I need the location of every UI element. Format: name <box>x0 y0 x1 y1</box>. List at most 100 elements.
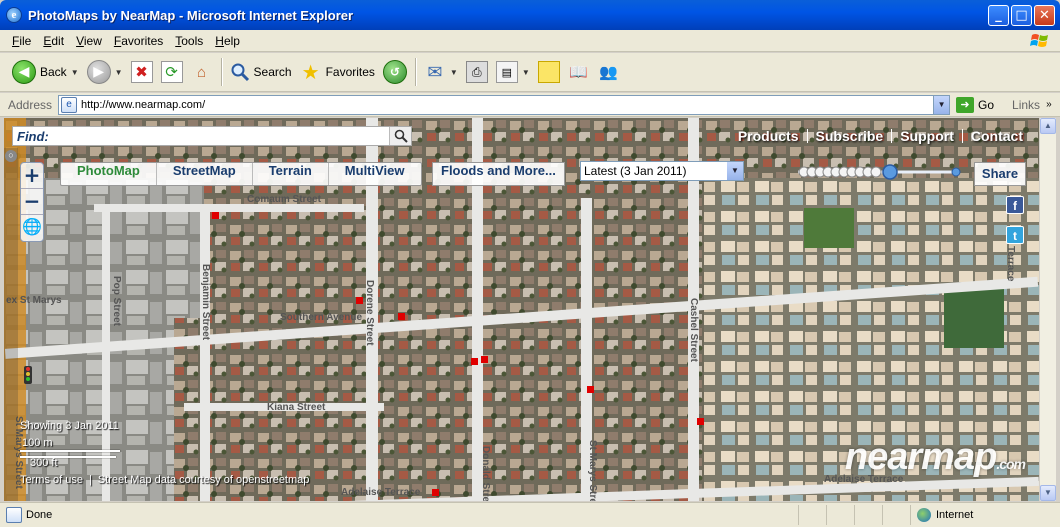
messenger-button[interactable]: 👥 <box>594 57 624 87</box>
home-icon: ⌂ <box>197 63 207 81</box>
links-chevron-icon[interactable]: » <box>1046 99 1052 110</box>
edit-button[interactable]: ▤ ▼ <box>492 57 534 87</box>
tab-photomap[interactable]: PhotoMap <box>61 163 157 185</box>
print-button[interactable]: ⎙ <box>462 57 492 87</box>
maximize-button[interactable]: □ <box>1011 5 1032 26</box>
map-marker[interactable] <box>481 356 488 363</box>
osm-credit-link[interactable]: Street Map data courtesy of openstreetma… <box>98 474 310 486</box>
search-label: Search <box>253 65 292 79</box>
print-icon: ⎙ <box>465 61 488 83</box>
timeline-slider[interactable] <box>794 162 962 182</box>
twitter-icon[interactable]: t <box>1006 226 1024 244</box>
zoom-in-button[interactable]: + <box>21 163 43 189</box>
mail-button[interactable]: ✉ ▼ <box>420 57 462 87</box>
traffic-light-icon[interactable] <box>24 366 32 384</box>
favorites-button[interactable]: ★ Favorites <box>296 57 379 87</box>
forward-dropdown-icon[interactable]: ▼ <box>115 68 123 77</box>
menu-file[interactable]: File <box>6 34 37 48</box>
map-marker[interactable] <box>212 212 219 219</box>
map-marker[interactable] <box>432 489 439 496</box>
back-button[interactable]: ◀ Back ▼ <box>8 57 83 87</box>
messenger-icon: 👥 <box>599 64 619 81</box>
status-bar: Done Internet <box>0 502 1060 527</box>
zoom-out-button[interactable]: − <box>21 189 43 215</box>
street-label-comaum: Comaum Street <box>247 194 321 205</box>
page-icon: e <box>61 96 78 113</box>
stop-button[interactable]: ✖ <box>127 57 157 87</box>
tab-streetmap[interactable]: StreetMap <box>157 163 253 185</box>
tab-multiview[interactable]: MultiView <box>329 163 421 185</box>
back-dropdown-icon[interactable]: ▼ <box>71 68 79 77</box>
menu-edit[interactable]: Edit <box>37 34 70 48</box>
close-button[interactable]: ✕ <box>1034 5 1055 26</box>
menu-tools[interactable]: Tools <box>169 34 209 48</box>
favorites-star-icon: ★ <box>301 61 320 84</box>
find-search-button[interactable] <box>389 127 411 145</box>
map-marker[interactable] <box>697 418 704 425</box>
street-label-terrace: Terrace <box>1005 246 1016 282</box>
vertical-scrollbar[interactable]: ▲ ▼ <box>1039 118 1056 501</box>
go-button[interactable]: ➜ Go <box>956 96 995 113</box>
links-label[interactable]: Links <box>1012 98 1040 112</box>
nav-support[interactable]: Support <box>892 128 962 144</box>
edit-icon: ▤ <box>495 61 518 83</box>
search-icon <box>394 129 408 143</box>
side-zoom-knob-icon[interactable]: ○ <box>5 150 17 162</box>
go-label: Go <box>978 97 995 112</box>
map-marker[interactable] <box>471 358 478 365</box>
map-type-tabs: PhotoMap StreetMap Terrain MultiView <box>60 162 422 186</box>
map-marker[interactable] <box>356 297 363 304</box>
refresh-button[interactable]: ⟳ <box>157 57 187 87</box>
search-icon <box>231 63 249 82</box>
windows-flag-icon <box>1030 34 1048 47</box>
refresh-icon: ⟳ <box>160 61 183 83</box>
toolbar-separator <box>220 58 222 86</box>
mail-dropdown-icon[interactable]: ▼ <box>450 68 458 77</box>
history-button[interactable]: ↺ <box>379 57 411 87</box>
share-button[interactable]: Share <box>974 162 1026 186</box>
menu-favorites[interactable]: Favorites <box>108 34 169 48</box>
edit-dropdown-icon[interactable]: ▼ <box>522 68 530 77</box>
address-bar: Address e http://www.nearmap.com/ ▼ ➜ Go… <box>0 93 1060 117</box>
globe-button[interactable]: 🌐 <box>21 215 43 241</box>
menu-view[interactable]: View <box>70 34 108 48</box>
research-icon: 📖 <box>569 64 589 81</box>
facebook-icon[interactable]: f <box>1006 196 1024 214</box>
nav-contact[interactable]: Contact <box>963 128 1031 144</box>
nav-subscribe[interactable]: Subscribe <box>808 128 892 144</box>
floods-button[interactable]: Floods and More... <box>432 162 565 186</box>
top-nav: Products Subscribe Support Contact <box>730 128 1031 144</box>
home-button[interactable]: ⌂ <box>187 57 217 87</box>
scroll-down-icon[interactable]: ▼ <box>1040 485 1056 501</box>
minimize-button[interactable]: _ <box>988 5 1009 26</box>
street-label-dorene: Dorene Street <box>364 280 375 346</box>
map-marker[interactable] <box>398 313 405 320</box>
map-viewport[interactable]: Comaum Street Southern Avenue Kiana Stre… <box>4 118 1039 501</box>
nav-products[interactable]: Products <box>730 128 807 144</box>
address-dropdown-icon[interactable]: ▼ <box>933 95 950 114</box>
research-button[interactable]: 📖 <box>564 57 594 87</box>
history-icon: ↺ <box>382 60 407 84</box>
street-label-adelaise-left: Adelaise Terrace <box>341 487 421 498</box>
scroll-up-icon[interactable]: ▲ <box>1040 118 1056 134</box>
map-marker[interactable] <box>587 386 594 393</box>
title-bar: e PhotoMaps by NearMap - Microsoft Inter… <box>0 0 1060 30</box>
terms-link[interactable]: Terms of use <box>20 474 83 486</box>
forward-button[interactable]: ▶ ▼ <box>83 57 127 87</box>
date-select-value: Latest (3 Jan 2011) <box>584 164 687 178</box>
menu-help[interactable]: Help <box>209 34 246 48</box>
back-label: Back <box>40 65 67 79</box>
address-url[interactable]: http://www.nearmap.com/ <box>81 99 933 111</box>
date-select[interactable]: Latest (3 Jan 2011) ▼ <box>580 161 744 181</box>
discuss-button[interactable] <box>534 57 564 87</box>
search-button[interactable]: Search <box>226 57 296 87</box>
date-dropdown-icon[interactable]: ▼ <box>727 162 743 180</box>
find-field[interactable]: Find: <box>12 126 412 146</box>
tab-terrain[interactable]: Terrain <box>253 163 329 185</box>
security-zone[interactable]: Internet <box>910 505 1060 525</box>
side-zoom-track[interactable]: ○ <box>4 148 18 501</box>
address-field[interactable]: e http://www.nearmap.com/ ▼ <box>58 94 951 115</box>
mail-icon: ✉ <box>427 61 443 82</box>
showing-date: Showing 3 Jan 2011 <box>20 420 119 432</box>
window-title: PhotoMaps by NearMap - Microsoft Interne… <box>28 7 354 23</box>
